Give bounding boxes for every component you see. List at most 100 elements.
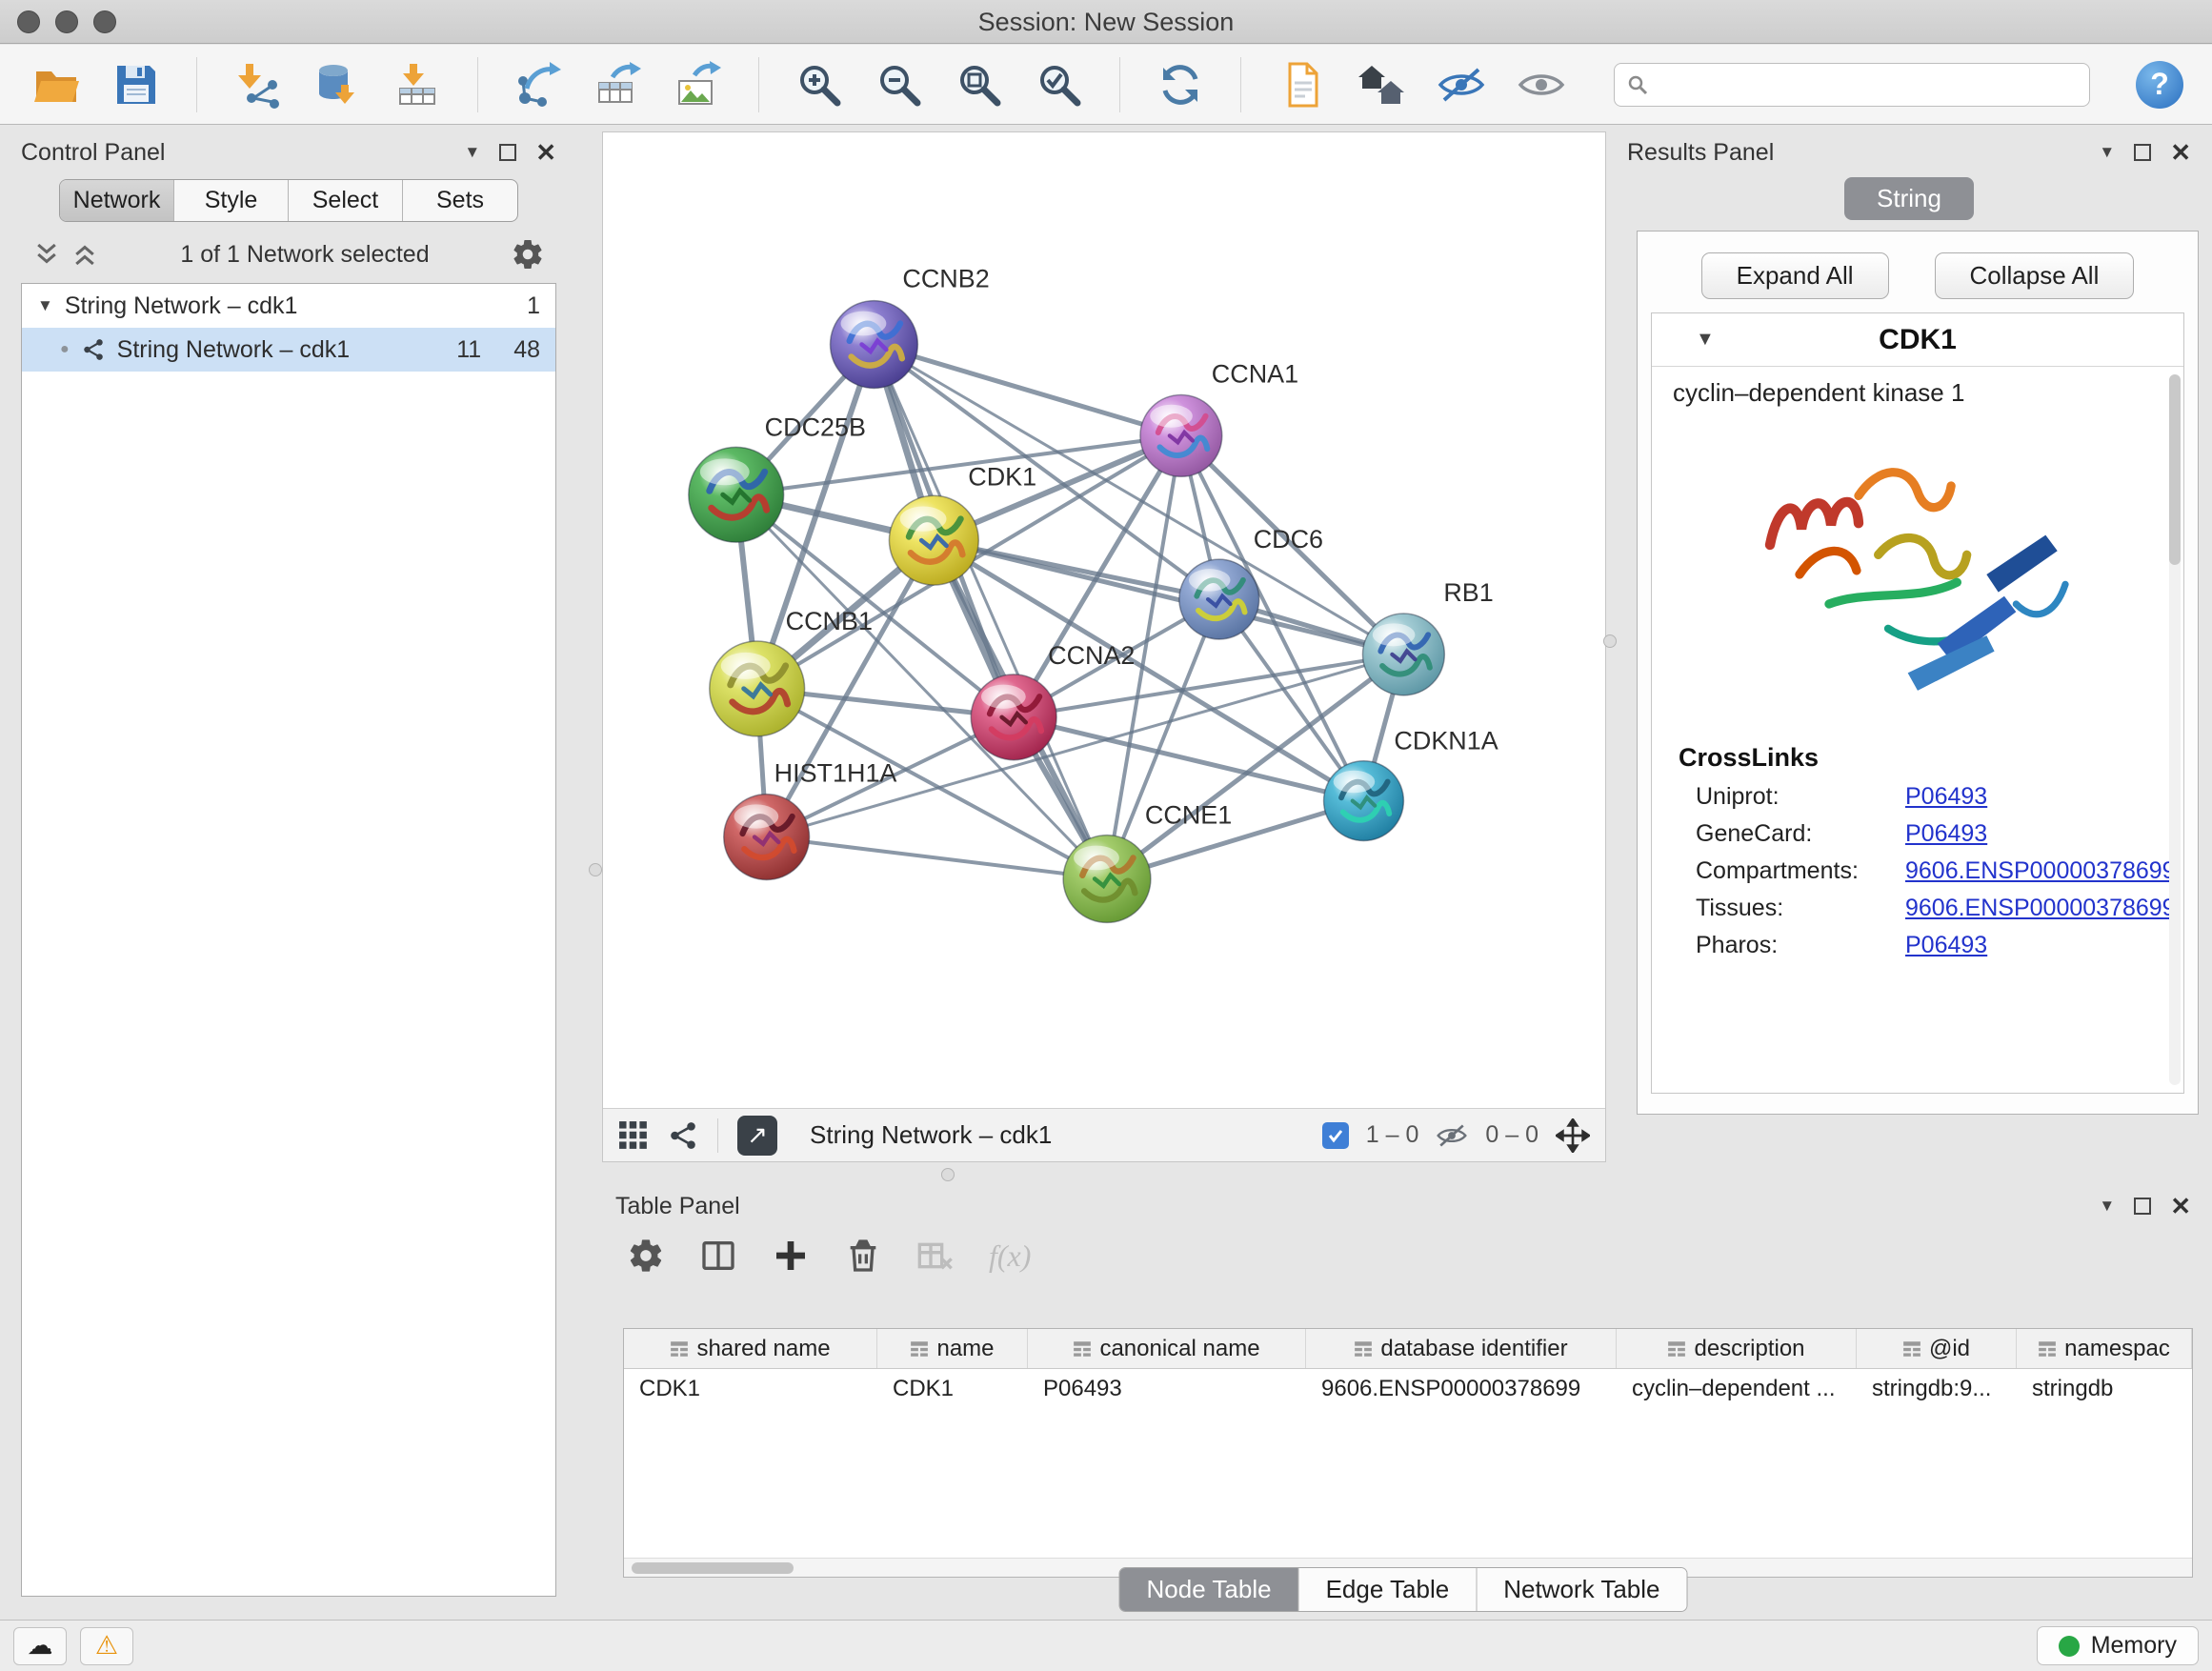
cloud-status-button[interactable]: ☁ xyxy=(13,1627,67,1665)
cell-namespace[interactable]: stringdb xyxy=(2017,1369,2192,1409)
panel-close-button[interactable]: ✕ xyxy=(2170,1194,2191,1218)
network-edge-CCNB2-CCNA1[interactable] xyxy=(874,345,1180,436)
crosslink-pharos-link[interactable]: P06493 xyxy=(1905,932,1987,959)
network-node-CDC25B[interactable] xyxy=(689,447,784,542)
cell-description[interactable]: cyclin–dependent ... xyxy=(1617,1369,1857,1409)
tab-network-table[interactable]: Network Table xyxy=(1477,1568,1686,1611)
network-row[interactable]: ● String Network – cdk1 11 48 xyxy=(22,328,555,372)
warnings-button[interactable]: ⚠ xyxy=(80,1627,133,1665)
cell-shared-name[interactable]: CDK1 xyxy=(624,1369,877,1409)
crosslink-tissues-link[interactable]: 9606.ENSP00000378699 xyxy=(1905,895,2176,922)
hide-selected-button[interactable] xyxy=(1434,57,1489,112)
delete-trash-icon[interactable] xyxy=(844,1237,882,1275)
panel-collapse-icon[interactable]: ▼ xyxy=(2099,1197,2115,1216)
export-network-button[interactable] xyxy=(511,57,566,112)
open-session-button[interactable] xyxy=(29,57,84,112)
tab-string[interactable]: String xyxy=(1844,177,1974,220)
cell-name[interactable]: CDK1 xyxy=(877,1369,1028,1409)
network-edge-CDK1-RB1[interactable] xyxy=(934,540,1403,654)
zoom-in-button[interactable] xyxy=(792,57,847,112)
column-header-namespace[interactable]: namespac xyxy=(2017,1329,2192,1368)
tab-node-table[interactable]: Node Table xyxy=(1120,1568,1299,1611)
panel-close-button[interactable]: ✕ xyxy=(2170,140,2191,165)
show-all-button[interactable] xyxy=(1514,57,1569,112)
panel-float-button[interactable] xyxy=(499,144,516,161)
network-node-CCNB1[interactable] xyxy=(710,641,805,736)
results-scrollbar[interactable] xyxy=(2169,374,2181,1085)
export-table-button[interactable] xyxy=(591,57,646,112)
crosslink-uniprot-link[interactable]: P06493 xyxy=(1905,783,1987,811)
panel-float-button[interactable] xyxy=(2134,1198,2151,1215)
column-header-name[interactable]: name xyxy=(877,1329,1028,1368)
selected-checkbox-icon[interactable] xyxy=(1322,1122,1349,1149)
maximize-window-button[interactable] xyxy=(93,10,116,33)
panel-float-button[interactable] xyxy=(2134,144,2151,161)
zoom-selected-button[interactable] xyxy=(1032,57,1087,112)
network-node-CDK1[interactable] xyxy=(889,495,978,585)
column-header-id[interactable]: @id xyxy=(1857,1329,2017,1368)
panel-close-button[interactable]: ✕ xyxy=(535,140,556,165)
tab-select[interactable]: Select xyxy=(289,180,403,221)
memory-button[interactable]: Memory xyxy=(2037,1626,2199,1665)
refresh-layout-button[interactable] xyxy=(1153,57,1208,112)
column-header-database-identifier[interactable]: database identifier xyxy=(1306,1329,1617,1368)
help-button[interactable]: ? xyxy=(2136,61,2183,109)
column-header-shared-name[interactable]: shared name xyxy=(624,1329,877,1368)
table-settings-gear-icon[interactable] xyxy=(627,1237,665,1275)
annotation-document-button[interactable] xyxy=(1274,57,1329,112)
export-image-button[interactable] xyxy=(671,57,726,112)
tab-edge-table[interactable]: Edge Table xyxy=(1299,1568,1478,1611)
network-node-RB1[interactable] xyxy=(1362,614,1444,695)
birds-eye-toggle-button[interactable]: ↗ xyxy=(737,1116,777,1156)
crosslink-genecard-link[interactable]: P06493 xyxy=(1905,820,1987,848)
tab-network[interactable]: Network xyxy=(60,180,174,221)
search-field[interactable] xyxy=(1614,63,2090,107)
minimize-window-button[interactable] xyxy=(55,10,78,33)
tab-sets[interactable]: Sets xyxy=(403,180,517,221)
column-header-description[interactable]: description xyxy=(1617,1329,1857,1368)
cell-canonical-name[interactable]: P06493 xyxy=(1028,1369,1306,1409)
panel-collapse-icon[interactable]: ▼ xyxy=(2099,143,2115,162)
table-row[interactable]: CDK1 CDK1 P06493 9606.ENSP00000378699 cy… xyxy=(624,1369,2192,1409)
tab-style[interactable]: Style xyxy=(174,180,289,221)
collapse-all-icon[interactable] xyxy=(70,240,99,269)
network-node-CCNE1[interactable] xyxy=(1063,836,1151,923)
network-edge-CCNB2-CCNE1[interactable] xyxy=(874,345,1107,879)
import-table-button[interactable] xyxy=(390,57,445,112)
network-node-CDKN1A[interactable] xyxy=(1324,761,1404,841)
zoom-out-button[interactable] xyxy=(872,57,927,112)
bottom-splitter-handle[interactable] xyxy=(941,1168,955,1181)
network-overview-icon[interactable] xyxy=(668,1120,698,1151)
pan-tool-icon[interactable] xyxy=(1556,1118,1590,1153)
search-input[interactable] xyxy=(1659,70,2078,98)
zoom-fit-button[interactable] xyxy=(952,57,1007,112)
import-network-button[interactable] xyxy=(230,57,285,112)
column-header-canonical-name[interactable]: canonical name xyxy=(1028,1329,1306,1368)
collapse-all-button[interactable]: Collapse All xyxy=(1935,252,2135,299)
section-expander-icon[interactable]: ▼ xyxy=(1696,329,1715,351)
expand-all-button[interactable]: Expand All xyxy=(1701,252,1889,299)
tree-expander-icon[interactable]: ▼ xyxy=(37,296,53,315)
cell-id[interactable]: stringdb:9... xyxy=(1857,1369,2017,1409)
left-splitter-handle[interactable] xyxy=(589,863,602,876)
network-collection-row[interactable]: ▼ String Network – cdk1 1 xyxy=(22,284,555,328)
network-node-CCNA2[interactable] xyxy=(971,674,1056,760)
grid-view-icon[interactable] xyxy=(618,1120,649,1151)
hidden-eye-slash-icon[interactable] xyxy=(1436,1119,1468,1152)
network-node-CCNB2[interactable] xyxy=(831,301,918,389)
network-canvas[interactable]: CCNB2CCNA1CDC25BCDK1CDC6RB1CCNB1CCNA2CDK… xyxy=(603,132,1605,1108)
crosslink-compartments-link[interactable]: 9606.ENSP00000378699 xyxy=(1905,857,2176,885)
network-node-HIST1H1A[interactable] xyxy=(724,795,810,880)
network-edge-CCNE1-HIST1H1A[interactable] xyxy=(767,837,1107,879)
panel-collapse-icon[interactable]: ▼ xyxy=(464,143,480,162)
expand-all-icon[interactable] xyxy=(32,240,61,269)
show-columns-icon[interactable] xyxy=(699,1237,737,1275)
scrollbar-thumb[interactable] xyxy=(632,1562,794,1574)
network-node-CCNA1[interactable] xyxy=(1140,394,1222,476)
network-node-CDC6[interactable] xyxy=(1179,559,1259,639)
cell-database-identifier[interactable]: 9606.ENSP00000378699 xyxy=(1306,1369,1617,1409)
save-session-button[interactable] xyxy=(109,57,164,112)
import-network-from-database-button[interactable] xyxy=(310,57,365,112)
add-column-plus-icon[interactable] xyxy=(772,1237,810,1275)
home-view-button[interactable] xyxy=(1354,57,1409,112)
